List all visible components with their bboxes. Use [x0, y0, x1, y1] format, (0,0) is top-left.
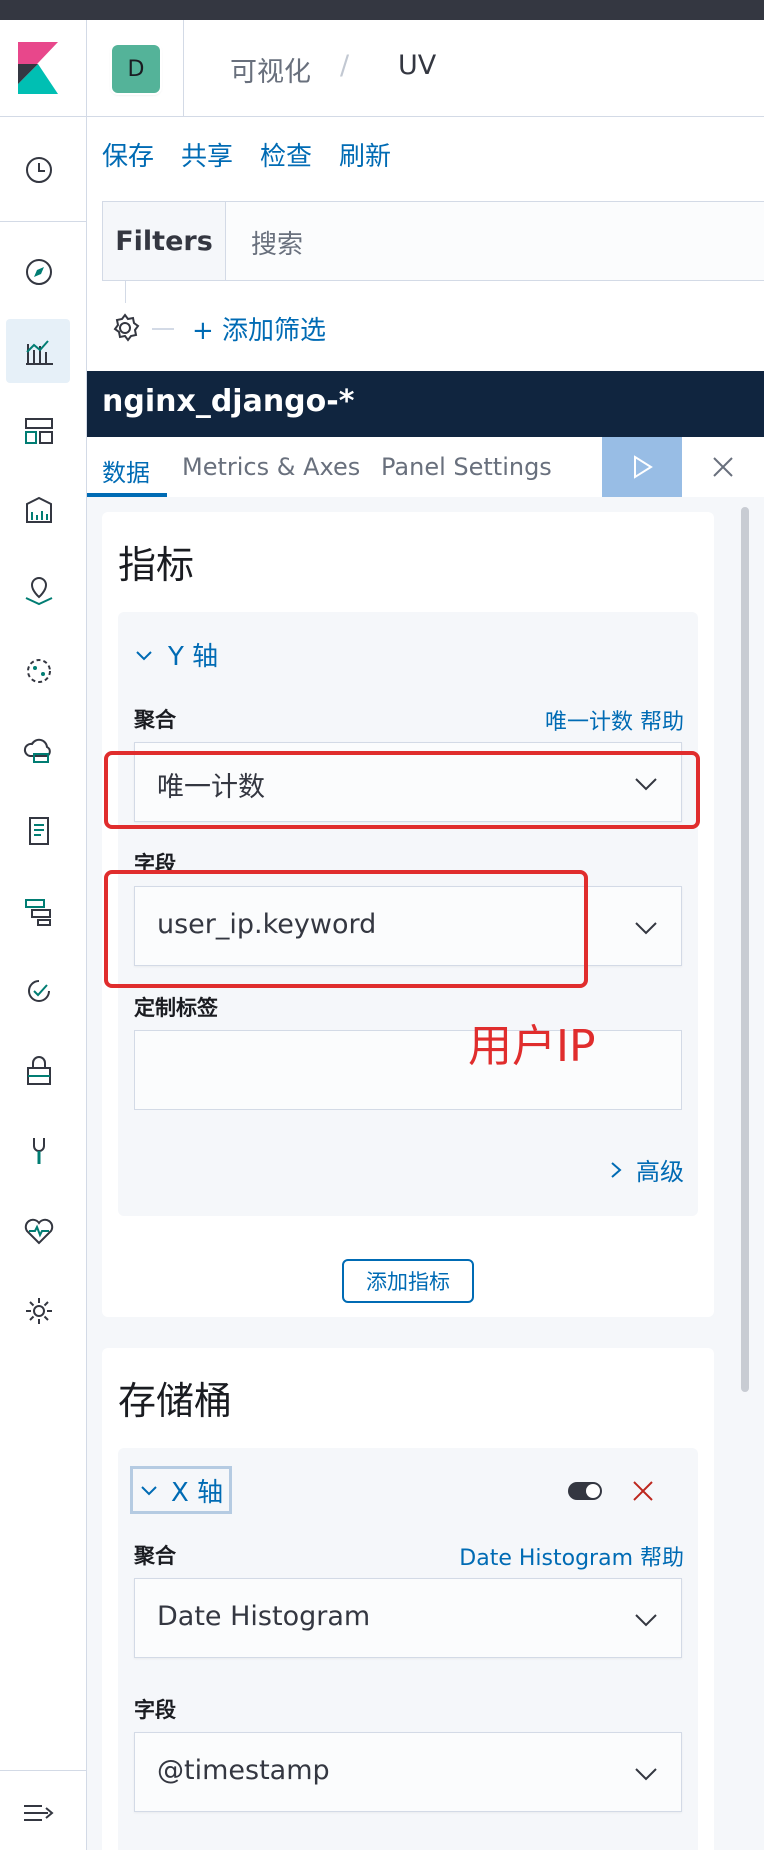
enable-agg-toggle[interactable] [568, 1482, 602, 1500]
annotation-box-aggregation [104, 751, 700, 829]
nav-divider [0, 1770, 87, 1771]
index-pattern-title: nginx_django-* [102, 384, 355, 419]
chevron-right-icon [611, 1161, 622, 1178]
kibana-logo-icon[interactable] [18, 42, 58, 94]
chevron-down-icon [141, 1486, 157, 1496]
space-selector[interactable]: D [87, 20, 184, 117]
breadcrumb-parent[interactable]: 可视化 [230, 50, 311, 89]
share-button[interactable]: 共享 [181, 142, 233, 172]
custom-label-input[interactable] [134, 1030, 682, 1110]
save-button[interactable]: 保存 [102, 142, 154, 172]
divider [152, 328, 174, 330]
filter-connector [125, 281, 126, 303]
annotation-text: 用户IP [468, 1021, 596, 1072]
x-axis-toggle[interactable]: X 轴 [130, 1466, 233, 1514]
compass-icon[interactable] [20, 253, 58, 291]
siem-icon[interactable] [20, 1052, 58, 1090]
y-axis-label: Y 轴 [168, 642, 219, 672]
advanced-toggle[interactable]: 高级 [608, 1152, 684, 1187]
apply-changes-button[interactable] [602, 437, 682, 497]
canvas-icon[interactable] [20, 492, 58, 530]
filters-language-button[interactable]: Filters [103, 202, 226, 280]
tab-panel-settings[interactable]: Panel Settings [381, 453, 552, 481]
app-header: D 可视化 / UV [0, 20, 764, 117]
play-icon [634, 455, 653, 479]
visualize-icon[interactable] [20, 332, 58, 370]
aggregation-value: Date Histogram [157, 1601, 371, 1632]
metrics-title: 指标 [118, 543, 195, 587]
aggregation-label: 聚合 [134, 708, 176, 732]
ml-icon[interactable] [20, 652, 58, 690]
chevron-down-icon [136, 650, 152, 660]
refresh-button[interactable]: 刷新 [339, 142, 391, 172]
aggregation-label: 聚合 [134, 1544, 176, 1568]
scrollbar[interactable] [741, 507, 749, 1392]
uptime-icon[interactable] [20, 972, 58, 1010]
side-nav [0, 117, 87, 1850]
aggregation-help-link[interactable]: Date Histogram 帮助 [459, 1540, 684, 1572]
dev-tools-icon[interactable] [20, 1132, 58, 1170]
top-strip [0, 0, 764, 20]
annotation-box-field [104, 870, 588, 988]
editor-tabs: 数据 Metrics & Axes Panel Settings [87, 437, 764, 497]
add-metric-button[interactable]: 添加指标 [342, 1259, 474, 1303]
x-axis-label: X 轴 [171, 1477, 224, 1508]
nav-divider [0, 221, 87, 222]
chevron-down-icon [635, 1614, 657, 1627]
advanced-label: 高级 [636, 1158, 684, 1186]
aggregation-help-link[interactable]: 唯一计数 帮助 [545, 704, 684, 736]
field-label: 字段 [134, 1698, 176, 1722]
logo-container[interactable] [0, 20, 87, 117]
close-icon[interactable] [707, 451, 739, 483]
gear-icon[interactable] [108, 311, 142, 345]
buckets-title: 存储桶 [118, 1379, 233, 1423]
breadcrumb-separator: / [340, 50, 350, 81]
avatar[interactable]: D [112, 45, 160, 93]
toggle-knob [586, 1484, 600, 1498]
field-select[interactable]: @timestamp [134, 1732, 682, 1812]
x-axis-agg-panel: X 轴 聚合 Date Histogram 帮助 Date Histogram … [118, 1448, 698, 1850]
tab-metrics-axes[interactable]: Metrics & Axes [182, 453, 360, 481]
field-value: @timestamp [157, 1755, 330, 1786]
buckets-card: 存储桶 X 轴 聚合 Date Histogram 帮助 Date Histog… [102, 1348, 714, 1850]
management-icon[interactable] [20, 1292, 58, 1330]
dashboard-icon[interactable] [20, 412, 58, 450]
infra-icon[interactable] [20, 732, 58, 770]
inspect-button[interactable]: 检查 [260, 142, 312, 172]
clock-icon[interactable] [20, 151, 58, 189]
aggregation-select[interactable]: Date Histogram [134, 1578, 682, 1658]
breadcrumb-current: UV [398, 50, 437, 81]
tab-data[interactable]: 数据 [102, 453, 150, 488]
chevron-down-icon [635, 1768, 657, 1781]
monitoring-icon[interactable] [20, 1212, 58, 1250]
y-axis-toggle[interactable]: Y 轴 [134, 636, 218, 673]
apm-icon[interactable] [20, 892, 58, 930]
editor-sidebar-header: nginx_django-* [87, 371, 764, 437]
search-input[interactable]: 搜索 [251, 224, 303, 261]
custom-label-label: 定制标签 [134, 996, 218, 1020]
logs-icon[interactable] [20, 812, 58, 850]
remove-agg-icon[interactable] [630, 1478, 656, 1504]
query-bar: Filters 搜索 [102, 201, 764, 281]
collapse-nav-icon[interactable] [22, 1798, 56, 1828]
maps-icon[interactable] [20, 572, 58, 610]
top-action-menu: 保存 共享 检查 刷新 [102, 136, 418, 173]
chevron-down-icon [635, 922, 657, 935]
add-filter-button[interactable]: + 添加筛选 [192, 310, 326, 347]
